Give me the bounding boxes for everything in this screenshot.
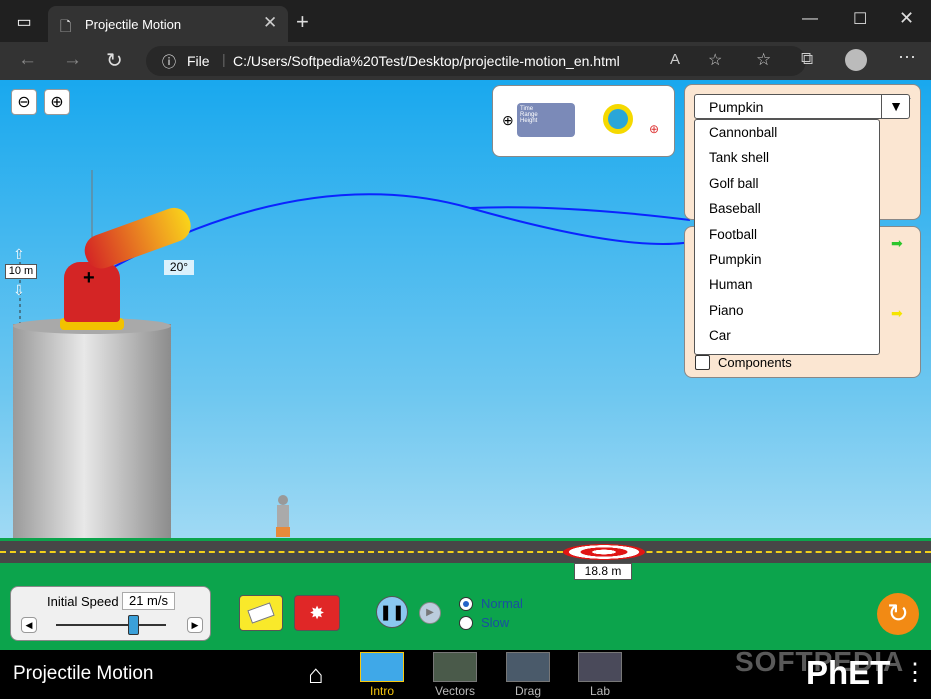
home-icon[interactable]: ⌂ xyxy=(308,659,324,690)
dropdown-option[interactable]: Piano xyxy=(695,298,879,323)
address-toolbar: ← → ↻ ⓘ File | C:/Users/Softpedia%20Test… xyxy=(0,42,931,80)
reset-icon: ↻ xyxy=(887,598,909,628)
speed-normal-label: Normal xyxy=(481,596,523,611)
projectile-dropdown[interactable]: Pumpkin ▼ xyxy=(694,94,910,119)
tab-actions-icon[interactable]: ▭ xyxy=(14,12,34,32)
road xyxy=(0,541,931,563)
dropdown-option[interactable]: Tank shell xyxy=(695,145,879,170)
zoom-in-button[interactable]: ⊕ xyxy=(44,89,70,115)
forward-icon[interactable]: → xyxy=(63,49,82,71)
url-text: C:/Users/Softpedia%20Test/Desktop/projec… xyxy=(233,53,620,69)
speed-slow-label: Slow xyxy=(481,615,510,630)
speed-normal-radio[interactable] xyxy=(459,597,473,611)
simulation-area: ⊖ ⊕ ⇧ 10 m ⇩ + 20° ⊕ Time Range Height ⊕… xyxy=(0,80,931,650)
height-down-icon[interactable]: ⇩ xyxy=(13,282,25,299)
minimize-icon[interactable]: — xyxy=(802,10,818,28)
acceleration-arrow-icon: ➡ xyxy=(891,305,903,321)
dropdown-option[interactable]: Baseball xyxy=(695,196,879,221)
cannon-pivot-icon[interactable]: + xyxy=(83,267,95,290)
speed-increase-button[interactable]: ▶ xyxy=(187,617,203,633)
favorites-icon[interactable]: ☆ xyxy=(756,50,771,70)
phet-logo[interactable]: PhET xyxy=(806,654,890,692)
pause-button[interactable]: ❚❚ xyxy=(376,596,408,628)
sim-title: Projectile Motion xyxy=(13,663,154,684)
sim-navigation-bar: Projectile Motion ⌂ Intro Vectors Drag L… xyxy=(0,646,931,699)
dropdown-menu: Cannonball Tank shell Golf ball Baseball Foo… xyxy=(694,119,880,355)
dropdown-option[interactable]: Football xyxy=(695,222,879,247)
window-close-icon[interactable]: ✕ xyxy=(899,8,914,29)
crosshair-icon: ⊕ xyxy=(502,112,514,128)
tape-measure-tool[interactable] xyxy=(603,104,633,134)
tab-title: Projectile Motion xyxy=(85,17,182,32)
step-button[interactable]: ▶ xyxy=(419,602,441,624)
speed-slider-track[interactable] xyxy=(56,624,166,626)
dropdown-option[interactable]: Human xyxy=(695,272,879,297)
url-divider: | xyxy=(222,51,226,67)
refresh-icon[interactable]: ↻ xyxy=(106,48,123,73)
fire-button[interactable]: ✸ xyxy=(294,595,340,631)
dropdown-option[interactable]: Golf ball xyxy=(695,171,879,196)
tape-end-icon: ⊕ xyxy=(649,122,660,136)
initial-speed-panel: Initial Speed 21 m/s ◀ ▶ xyxy=(10,586,211,641)
read-aloud-icon[interactable]: A xyxy=(670,51,680,68)
fire-cannon-icon: ✸ xyxy=(309,603,325,623)
initial-speed-value: 21 m/s xyxy=(122,592,175,610)
new-tab-icon[interactable]: + xyxy=(296,9,309,35)
speed-decrease-button[interactable]: ◀ xyxy=(21,617,37,633)
browser-tab[interactable]: 🗋 Projectile Motion ✕ xyxy=(48,6,288,42)
menu-kebab-icon[interactable]: ⋮ xyxy=(903,658,927,687)
data-probe-tool[interactable]: Time Range Height xyxy=(517,103,575,137)
page-icon: 🗋 xyxy=(60,18,72,34)
target-distance-label: 18.8 m xyxy=(574,563,632,580)
dropdown-selected: Pumpkin xyxy=(709,99,764,115)
collections-icon[interactable]: ⧉ xyxy=(801,49,813,69)
velocity-arrow-icon: ➡ xyxy=(891,235,903,251)
dropdown-arrow-icon[interactable]: ▼ xyxy=(881,95,910,118)
probe-height-label: Height xyxy=(520,118,538,124)
zoom-out-button[interactable]: ⊖ xyxy=(11,89,37,115)
eraser-icon xyxy=(247,602,275,624)
height-up-icon[interactable]: ⇧ xyxy=(13,246,25,263)
dropdown-option[interactable]: Car xyxy=(695,323,879,348)
screen-vectors[interactable]: Vectors xyxy=(431,650,479,699)
height-label: 10 m xyxy=(5,264,37,279)
reset-all-button[interactable]: ↻ xyxy=(877,593,919,635)
info-icon[interactable]: ⓘ xyxy=(162,52,176,72)
components-checkbox[interactable] xyxy=(695,355,710,370)
more-icon[interactable]: ⋯ xyxy=(898,47,916,68)
dropdown-option[interactable]: Pumpkin xyxy=(695,247,879,272)
maximize-icon[interactable]: ☐ xyxy=(853,9,867,29)
components-label: Components xyxy=(718,355,792,370)
address-bar[interactable]: ⓘ File | C:/Users/Softpedia%20Test/Deskt… xyxy=(146,46,806,76)
erase-button[interactable] xyxy=(239,595,283,631)
speed-slow-radio[interactable] xyxy=(459,616,473,630)
initial-speed-label: Initial Speed xyxy=(47,594,119,609)
speed-slider-thumb[interactable] xyxy=(128,615,139,635)
profile-avatar[interactable] xyxy=(845,49,867,71)
browser-titlebar: ▭ 🗋 Projectile Motion ✕ + — ☐ ✕ xyxy=(0,0,931,42)
screen-intro[interactable]: Intro xyxy=(358,650,406,699)
dropdown-option[interactable]: Cannonball xyxy=(695,120,879,145)
angle-label: 20° xyxy=(164,260,194,275)
screen-lab[interactable]: Lab xyxy=(576,650,624,699)
close-tab-icon[interactable]: ✕ xyxy=(263,13,277,33)
target[interactable] xyxy=(563,544,645,560)
tools-panel: ⊕ Time Range Height ⊕ xyxy=(492,85,675,157)
cannon-tower[interactable] xyxy=(13,324,171,560)
add-favorite-icon[interactable]: ☆ xyxy=(708,50,722,70)
screen-drag[interactable]: Drag xyxy=(504,650,552,699)
back-icon[interactable]: ← xyxy=(18,49,37,71)
url-scheme: File xyxy=(187,53,210,69)
